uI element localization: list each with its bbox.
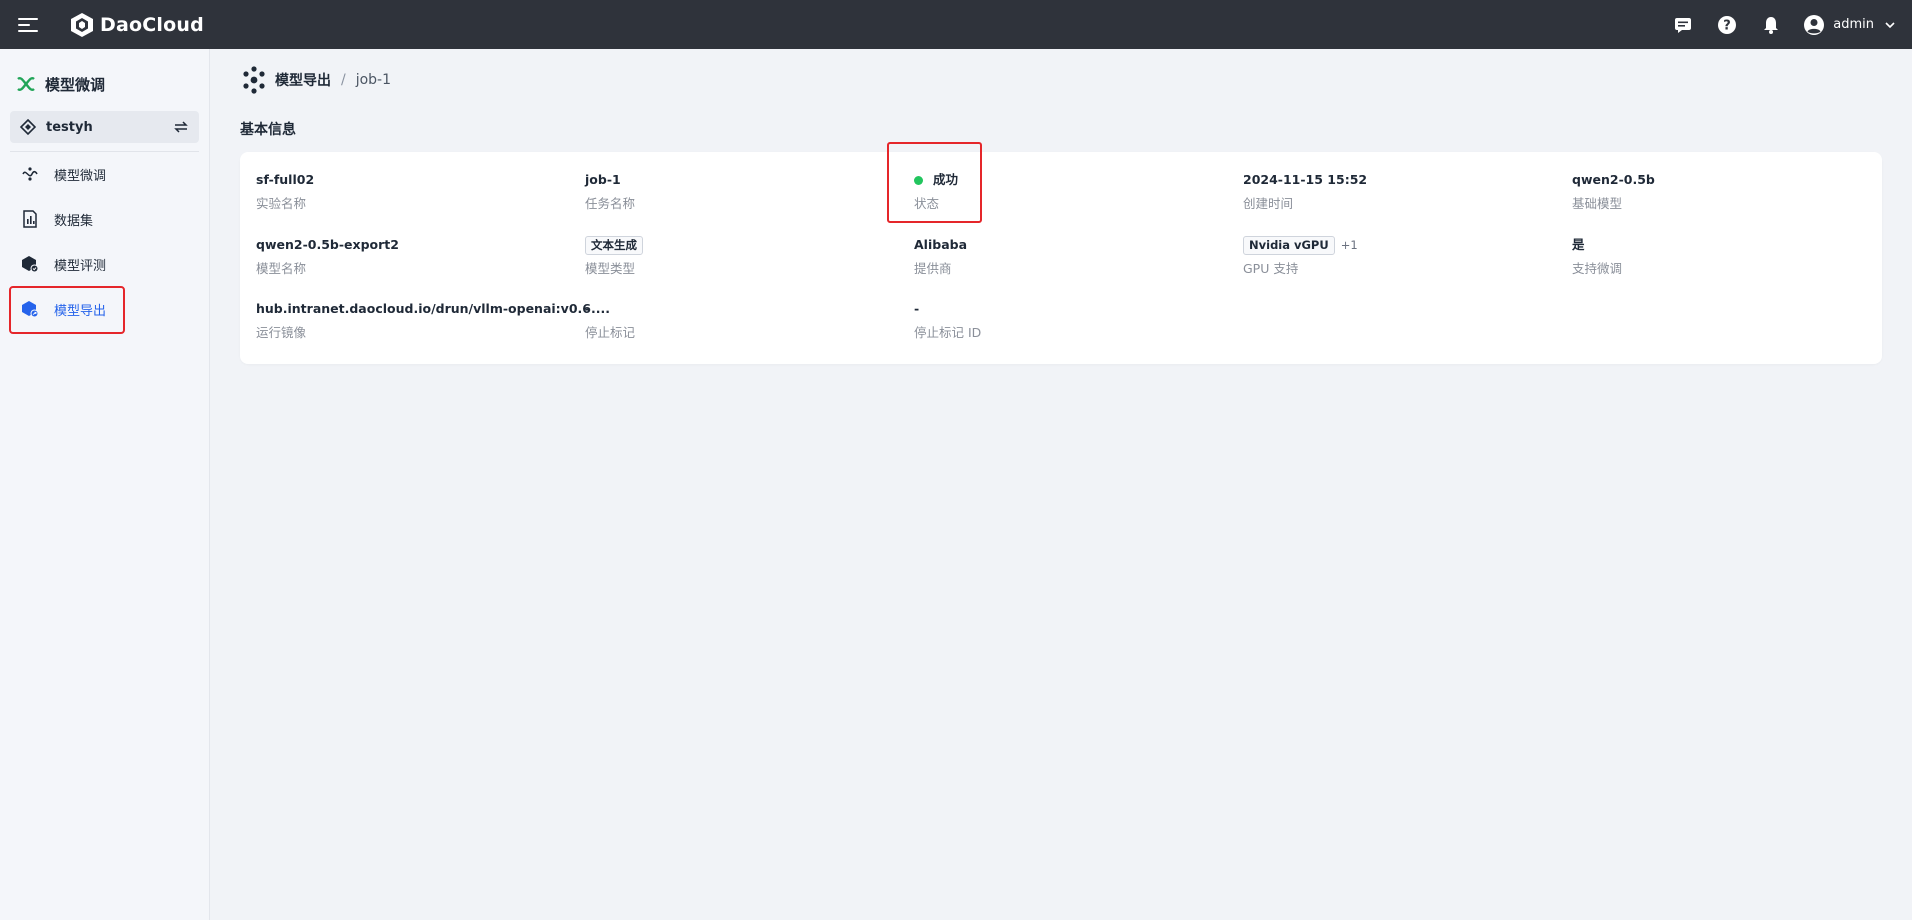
- finetune-icon: [20, 164, 40, 184]
- message-icon[interactable]: [1671, 13, 1695, 37]
- field-label: GPU 支持: [1243, 261, 1299, 276]
- field-value: 2024-11-15 15:52: [1243, 172, 1368, 187]
- sidebar-item-finetune[interactable]: 模型微调: [10, 155, 199, 193]
- sidebar-title: 模型微调: [45, 75, 106, 94]
- field-stop-mark: - 停止标记: [585, 300, 905, 342]
- field-model-type: 文本生成 模型类型: [585, 235, 905, 278]
- svg-text:?: ?: [1723, 18, 1731, 33]
- field-label: 创建时间: [1243, 196, 1294, 211]
- daocloud-logo-icon: [71, 12, 93, 37]
- help-icon[interactable]: ?: [1715, 13, 1739, 37]
- field-label: 状态: [914, 196, 940, 211]
- sidebar-header: 模型微调: [0, 67, 209, 101]
- field-label: 支持微调: [1572, 261, 1623, 276]
- user-name: admin: [1833, 17, 1874, 32]
- field-stop-mark-id: - 停止标记 ID: [914, 300, 1234, 342]
- sidebar-item-export[interactable]: 模型导出: [10, 290, 199, 328]
- gpu-tag: Nvidia vGPU: [1243, 235, 1335, 255]
- workspace-selector[interactable]: testyh: [10, 111, 199, 143]
- breadcrumb: 模型导出 / job-1: [241, 65, 391, 95]
- sidebar-item-label: 数据集: [54, 213, 94, 229]
- field-task-name: job-1 任务名称: [585, 171, 905, 213]
- field-label: 基础模型: [1572, 196, 1623, 211]
- field-value: Alibaba: [914, 237, 968, 252]
- field-label: 停止标记: [585, 325, 636, 340]
- avatar: [1804, 14, 1825, 35]
- user-menu[interactable]: admin: [1803, 14, 1896, 36]
- field-label: 任务名称: [585, 196, 636, 211]
- gpu-more-count[interactable]: +1: [1341, 236, 1358, 254]
- field-support-finetune: 是 支持微调: [1572, 236, 1892, 278]
- field-label: 提供商: [914, 261, 952, 276]
- breadcrumb-separator: /: [341, 72, 346, 88]
- field-run-image: hub.intranet.daocloud.io/drun/vllm-opena…: [256, 300, 610, 342]
- swap-icon[interactable]: [173, 119, 189, 135]
- section-title: 基本信息: [240, 122, 296, 138]
- field-value: qwen2-0.5b-export2: [256, 237, 399, 252]
- field-value: 是: [1572, 237, 1585, 252]
- field-experiment-name: sf-full02 实验名称: [256, 171, 576, 213]
- field-gpu-support: Nvidia vGPU +1 GPU 支持: [1243, 235, 1563, 278]
- status-dot: [914, 175, 923, 185]
- field-value: qwen2-0.5b: [1572, 172, 1655, 187]
- breadcrumb-parent[interactable]: 模型导出: [275, 70, 331, 90]
- chevron-down-icon: [1885, 21, 1895, 28]
- workspace-icon: [20, 119, 36, 135]
- field-status: 成功 状态: [914, 171, 1234, 213]
- status-badge: 成功: [933, 172, 959, 187]
- model-export-icon: [243, 66, 265, 94]
- sidebar-divider: [10, 151, 199, 152]
- sidebar-item-label: 模型微调: [54, 168, 107, 184]
- sidebar-item-label: 模型导出: [54, 303, 107, 319]
- menu-icon[interactable]: [18, 17, 40, 33]
- dataset-icon: [20, 209, 40, 229]
- field-value: -: [585, 301, 591, 316]
- brand[interactable]: DaoCloud: [68, 11, 204, 39]
- sidebar-item-dataset[interactable]: 数据集: [10, 200, 199, 238]
- export-icon: [20, 299, 40, 319]
- field-label: 运行镜像: [256, 325, 307, 340]
- field-label: 模型名称: [256, 261, 307, 276]
- evaluate-icon: [20, 254, 40, 274]
- model-type-tag: 文本生成: [585, 235, 643, 255]
- sidebar-item-label: 模型评测: [54, 258, 107, 274]
- field-created-time: 2024-11-15 15:52 创建时间: [1243, 171, 1563, 213]
- bell-icon[interactable]: [1759, 13, 1783, 37]
- field-label: 实验名称: [256, 196, 307, 211]
- workspace-name: testyh: [46, 119, 93, 135]
- basic-info-card: sf-full02 实验名称 job-1 任务名称 成功 状态 2024-11-…: [240, 152, 1882, 364]
- field-value: hub.intranet.daocloud.io/drun/vllm-opena…: [256, 301, 610, 316]
- finetune-logo-icon: [17, 77, 35, 91]
- field-value: job-1: [585, 172, 621, 187]
- field-label: 停止标记 ID: [914, 325, 982, 340]
- field-base-model: qwen2-0.5b 基础模型: [1572, 171, 1892, 213]
- main-content: 模型导出 / job-1 基本信息 sf-full02 实验名称 job-1 任…: [211, 49, 1912, 920]
- breadcrumb-current: job-1: [355, 72, 392, 88]
- field-model-name: qwen2-0.5b-export2 模型名称: [256, 236, 576, 278]
- field-value: sf-full02: [256, 172, 315, 187]
- field-provider: Alibaba 提供商: [914, 236, 1234, 278]
- sidebar-item-evaluate[interactable]: 模型评测: [10, 245, 199, 283]
- field-label: 模型类型: [585, 261, 636, 276]
- sidebar: 模型微调 testyh 模型微调 数据集 模型评测 模型导出: [0, 49, 210, 920]
- brand-name: DaoCloud: [100, 13, 204, 36]
- field-value: -: [914, 301, 920, 316]
- top-bar: DaoCloud ? admin: [0, 0, 1912, 49]
